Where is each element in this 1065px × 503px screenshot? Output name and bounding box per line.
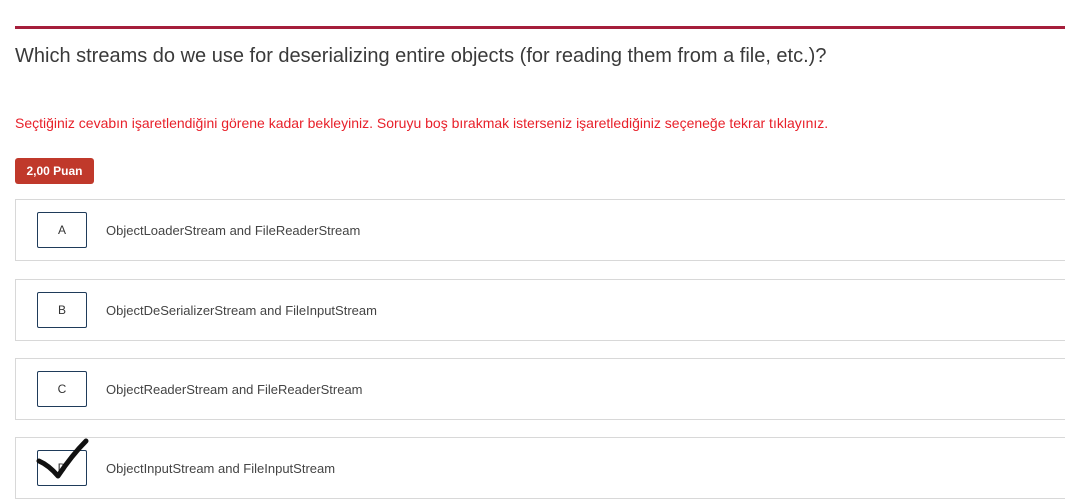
instruction-text: Seçtiğiniz cevabın işaretlendiğini gören… [15,115,829,131]
top-divider [15,26,1065,29]
question-text: Which streams do we use for deserializin… [15,45,827,67]
option-text: ObjectInputStream and FileInputStream [106,461,336,476]
option-letter-box[interactable]: C [37,371,87,407]
option-b[interactable]: B ObjectDeSerializerStream and FileInput… [15,279,1065,341]
option-letter-box[interactable]: B [37,292,87,328]
option-letter-box[interactable]: D [37,450,87,486]
option-a[interactable]: A ObjectLoaderStream and FileReaderStrea… [15,199,1065,261]
option-c[interactable]: C ObjectReaderStream and FileReaderStrea… [15,358,1065,420]
option-text: ObjectLoaderStream and FileReaderStream [106,223,361,238]
option-d[interactable]: D ObjectInputStream and FileInputStream [15,437,1065,499]
option-text: ObjectDeSerializerStream and FileInputSt… [106,303,377,318]
option-text: ObjectReaderStream and FileReaderStream [106,382,363,397]
quiz-page: Which streams do we use for deserializin… [0,0,1065,503]
option-letter-box[interactable]: A [37,212,87,248]
points-badge: 2,00 Puan [15,158,94,184]
